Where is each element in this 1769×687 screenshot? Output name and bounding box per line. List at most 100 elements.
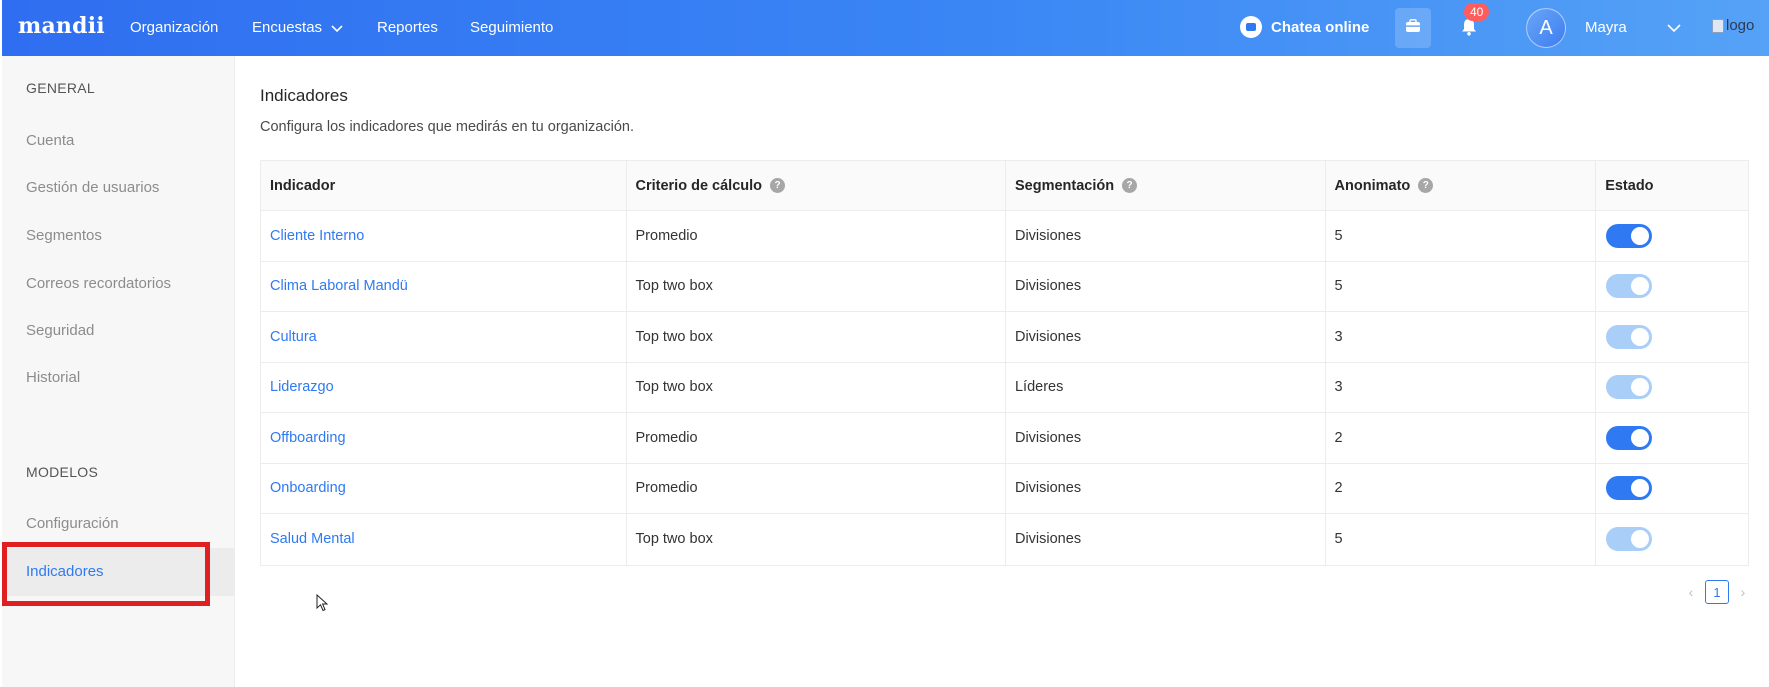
indicator-link[interactable]: Cultura bbox=[270, 329, 317, 345]
cell-indicador: Offboarding bbox=[261, 413, 627, 463]
column-header-segmentacion: Segmentación? bbox=[1006, 161, 1326, 210]
help-icon[interactable]: ? bbox=[1418, 178, 1434, 193]
briefcase-icon bbox=[1405, 18, 1421, 38]
mouse-cursor-icon bbox=[316, 593, 329, 617]
column-header-indicador: Indicador bbox=[261, 161, 627, 210]
table-row: Cliente Interno Promedio Divisiones 5 bbox=[261, 211, 1748, 262]
sidebar-item-seguridad[interactable]: Seguridad bbox=[26, 322, 94, 339]
status-toggle[interactable] bbox=[1606, 425, 1653, 450]
cell-anonimato: 3 bbox=[1326, 362, 1597, 412]
cell-segmentacion: Divisiones bbox=[1006, 261, 1326, 311]
cell-indicador: Onboarding bbox=[261, 463, 627, 513]
sidebar-item-correos-recordatorios[interactable]: Correos recordatorios bbox=[26, 275, 171, 292]
nav-encuestas[interactable]: Encuestas bbox=[252, 19, 343, 37]
cell-segmentacion: Divisiones bbox=[1006, 514, 1326, 565]
cell-segmentacion: Divisiones bbox=[1006, 463, 1326, 513]
cell-anonimato: 5 bbox=[1326, 211, 1597, 261]
nav-seguimiento[interactable]: Seguimiento bbox=[470, 19, 553, 36]
cell-indicador: Cultura bbox=[261, 312, 627, 362]
cell-estado bbox=[1596, 211, 1748, 261]
cell-segmentacion: Divisiones bbox=[1006, 312, 1326, 362]
cell-criterio: Promedio bbox=[627, 413, 1006, 463]
column-header-estado: Estado bbox=[1596, 161, 1748, 210]
cell-indicador: Cliente Interno bbox=[261, 211, 627, 261]
sidebar-item-cuenta[interactable]: Cuenta bbox=[26, 132, 74, 149]
table-row: Liderazgo Top two box Líderes 3 bbox=[261, 362, 1748, 413]
page-title: Indicadores bbox=[260, 86, 348, 105]
nav-reportes[interactable]: Reportes bbox=[377, 19, 438, 36]
cell-indicador: Salud Mental bbox=[261, 514, 627, 565]
avatar[interactable]: A bbox=[1526, 8, 1566, 48]
company-logo: logo bbox=[1712, 17, 1754, 34]
sidebar-item-historial[interactable]: Historial bbox=[26, 369, 80, 386]
cell-criterio: Promedio bbox=[627, 463, 1006, 513]
indicator-link[interactable]: Clima Laboral Mandü bbox=[270, 278, 408, 294]
indicator-link[interactable]: Offboarding bbox=[270, 430, 346, 446]
chevron-down-icon bbox=[331, 20, 343, 37]
cell-segmentacion: Divisiones bbox=[1006, 211, 1326, 261]
cell-anonimato: 2 bbox=[1326, 463, 1597, 513]
indicators-table: Indicador Criterio de cálculo? Segmentac… bbox=[260, 160, 1749, 566]
user-name[interactable]: Mayra bbox=[1585, 19, 1627, 36]
cell-estado bbox=[1596, 464, 1748, 514]
page-description: Configura los indicadores que medirás en… bbox=[260, 119, 634, 135]
indicator-link[interactable]: Liderazgo bbox=[270, 379, 334, 395]
indicator-link[interactable]: Salud Mental bbox=[270, 531, 355, 547]
nav-organizacion[interactable]: Organización bbox=[130, 19, 218, 36]
status-toggle[interactable] bbox=[1606, 274, 1653, 299]
page-number-button[interactable]: 1 bbox=[1705, 580, 1729, 604]
chat-online-label: Chatea online bbox=[1271, 18, 1370, 36]
sidebar-item-segmentos[interactable]: Segmentos bbox=[26, 227, 102, 244]
cell-segmentacion: Divisiones bbox=[1006, 413, 1326, 463]
cell-anonimato: 5 bbox=[1326, 514, 1597, 565]
chevron-right-icon[interactable]: › bbox=[1735, 584, 1751, 600]
cell-segmentacion: Líderes bbox=[1006, 362, 1326, 412]
sidebar-item-configuracion[interactable]: Configuración bbox=[26, 515, 119, 532]
help-icon[interactable]: ? bbox=[770, 178, 786, 193]
help-icon[interactable]: ? bbox=[1122, 178, 1138, 193]
cell-estado bbox=[1596, 312, 1748, 362]
indicator-link[interactable]: Cliente Interno bbox=[270, 228, 364, 244]
cell-indicador: Clima Laboral Mandü bbox=[261, 261, 627, 311]
table-header: Indicador Criterio de cálculo? Segmentac… bbox=[261, 161, 1748, 211]
cell-anonimato: 2 bbox=[1326, 413, 1597, 463]
column-header-anonimato: Anonimato? bbox=[1326, 161, 1597, 210]
status-toggle[interactable] bbox=[1606, 223, 1653, 248]
column-header-label: Criterio de cálculo bbox=[635, 177, 763, 194]
status-toggle[interactable] bbox=[1606, 324, 1653, 349]
status-toggle[interactable] bbox=[1606, 375, 1653, 400]
chevron-left-icon[interactable]: ‹ bbox=[1683, 584, 1699, 600]
cell-criterio: Top two box bbox=[627, 514, 1006, 565]
table-row: Offboarding Promedio Divisiones 2 bbox=[261, 413, 1748, 464]
brand-logo[interactable]: mandii bbox=[18, 13, 105, 39]
status-toggle[interactable] bbox=[1606, 527, 1653, 552]
chat-online-button[interactable]: Chatea online bbox=[1240, 16, 1369, 38]
chevron-down-icon[interactable] bbox=[1667, 20, 1681, 38]
indicator-link[interactable]: Onboarding bbox=[270, 480, 346, 496]
column-header-label: Anonimato bbox=[1334, 177, 1411, 194]
briefcase-button[interactable] bbox=[1395, 8, 1431, 48]
highlight-annotation-box bbox=[2, 542, 210, 606]
nav-encuestas-label: Encuestas bbox=[252, 19, 323, 36]
column-header-label: Indicador bbox=[270, 177, 336, 194]
sidebar-item-gestion-usuarios[interactable]: Gestión de usuarios bbox=[26, 179, 159, 196]
table-row: Cultura Top two box Divisiones 3 bbox=[261, 312, 1748, 363]
pagination: ‹ 1 › bbox=[1683, 580, 1751, 604]
sidebar-section-modelos: MODELOS bbox=[26, 464, 99, 480]
cell-criterio: Top two box bbox=[627, 261, 1006, 311]
cell-estado bbox=[1596, 363, 1748, 413]
sidebar-section-general: GENERAL bbox=[26, 80, 96, 96]
top-navbar: mandii Organización Encuestas Reportes S… bbox=[2, 0, 1769, 56]
cell-criterio: Top two box bbox=[627, 312, 1006, 362]
notification-count-badge: 40 bbox=[1464, 3, 1490, 21]
cell-indicador: Liderazgo bbox=[261, 362, 627, 412]
cell-estado bbox=[1596, 262, 1748, 312]
table-row: Clima Laboral Mandü Top two box Division… bbox=[261, 261, 1748, 312]
cell-criterio: Top two box bbox=[627, 362, 1006, 412]
column-header-criterio: Criterio de cálculo? bbox=[627, 161, 1006, 210]
logo-alt-text: logo bbox=[1726, 17, 1755, 34]
cell-criterio: Promedio bbox=[627, 211, 1006, 261]
cell-anonimato: 5 bbox=[1326, 261, 1597, 311]
status-toggle[interactable] bbox=[1606, 476, 1653, 501]
table-row: Onboarding Promedio Divisiones 2 bbox=[261, 463, 1748, 514]
